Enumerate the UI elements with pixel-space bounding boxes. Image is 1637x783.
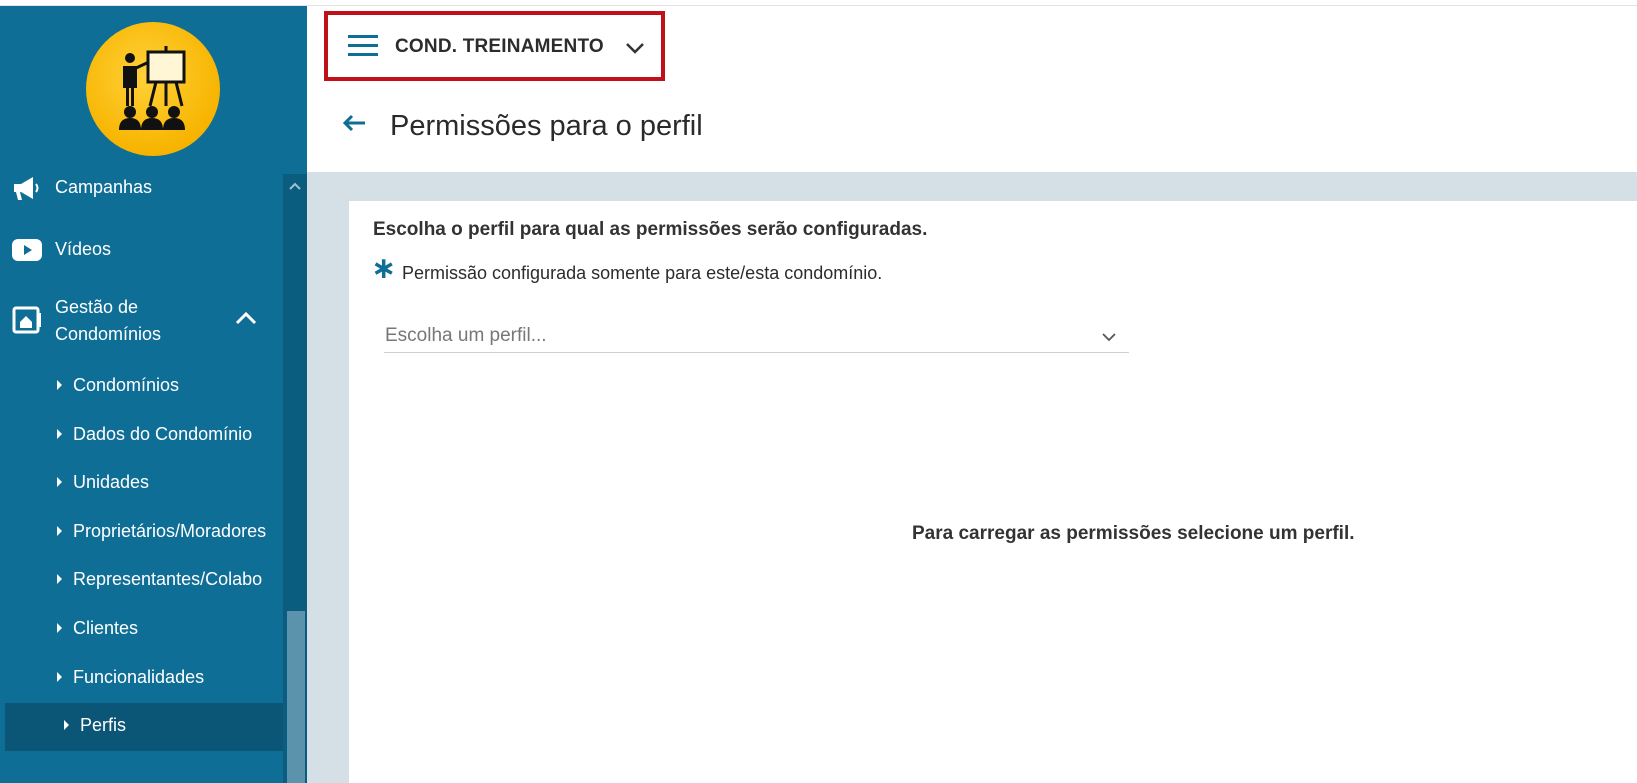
- sidebar-subitem-label: Funcionalidades: [73, 667, 205, 687]
- caret-right-icon: [57, 429, 62, 439]
- org-selector[interactable]: COND. TREINAMENTO: [324, 11, 665, 81]
- page-header: COND. TREINAMENTO Permissões para o perf…: [307, 6, 1637, 172]
- profile-select[interactable]: Escolha um perfil...: [384, 311, 1129, 353]
- scroll-up-icon[interactable]: [283, 174, 307, 198]
- sidebar-item-campanhas[interactable]: Campanhas: [0, 170, 283, 206]
- presentation-icon: [119, 46, 186, 130]
- sidebar-subitem-label: Clientes: [73, 618, 139, 638]
- caret-right-icon: [57, 477, 62, 487]
- sidebar-item-label: Gestão de Condomínios: [55, 294, 161, 348]
- sidebar-subitem-clientes[interactable]: Clientes: [0, 606, 283, 654]
- sidebar-subitem-label: Unidades: [73, 472, 150, 492]
- sidebar-subitem-label: Dados do Condomínio: [73, 424, 253, 444]
- sidebar-subitem-label: Proprietários/Moradores: [73, 521, 267, 541]
- chevron-down-icon[interactable]: [1101, 329, 1117, 347]
- megaphone-icon: [10, 174, 44, 202]
- youtube-icon: [10, 236, 44, 264]
- sidebar-subitem-perfis[interactable]: Perfis: [5, 703, 283, 751]
- sidebar-item-gestao-condominios[interactable]: Gestão de Condomínios: [0, 288, 283, 352]
- sidebar-item-videos[interactable]: Vídeos: [0, 232, 283, 268]
- building-icon: [10, 306, 44, 334]
- caret-right-icon: [57, 574, 62, 584]
- sidebar-subitem-label: Condomínios: [73, 375, 180, 395]
- sidebar-item-label-line1: Gestão de: [55, 297, 139, 317]
- scrollbar-thumb[interactable]: [287, 611, 305, 783]
- sidebar-subitem-label: Perfis: [80, 715, 127, 735]
- logo: [86, 22, 220, 156]
- page-title: Permissões para o perfil: [390, 110, 703, 142]
- sidebar-subitem-representantes[interactable]: Representantes/Colabo: [0, 557, 283, 605]
- caret-right-icon: [64, 720, 69, 730]
- permissions-card: Escolha o perfil para qual as permissões…: [349, 201, 1637, 783]
- hamburger-menu-icon[interactable]: [348, 35, 378, 57]
- profile-select-placeholder: Escolha um perfil...: [385, 325, 547, 346]
- card-heading: Escolha o perfil para qual as permissões…: [373, 219, 928, 240]
- sidebar-subitem-proprietarios[interactable]: Proprietários/Moradores: [0, 509, 283, 557]
- sidebar-subitem-condominios[interactable]: Condomínios: [0, 363, 283, 411]
- sidebar-subitem-dados-condominio[interactable]: Dados do Condomínio: [0, 412, 283, 460]
- empty-state-message: Para carregar as permissões selecione um…: [912, 523, 1355, 544]
- sidebar-subitem-funcionalidades[interactable]: Funcionalidades: [0, 655, 283, 703]
- caret-right-icon: [57, 672, 62, 682]
- org-name: COND. TREINAMENTO: [395, 36, 604, 57]
- chevron-up-icon[interactable]: [234, 310, 258, 331]
- sidebar-item-label: Vídeos: [55, 239, 112, 259]
- sidebar-scrollbar[interactable]: [283, 174, 307, 783]
- chevron-down-icon[interactable]: [625, 41, 645, 59]
- sidebar: Campanhas Vídeos Gestão de Condomínios C…: [0, 6, 307, 783]
- caret-right-icon: [57, 526, 62, 536]
- caret-right-icon: [57, 623, 62, 633]
- sidebar-item-label: Campanhas: [55, 177, 153, 197]
- sidebar-subitem-unidades[interactable]: Unidades: [0, 460, 283, 508]
- caret-right-icon: [57, 380, 62, 390]
- permission-note: Permissão configurada somente para este/…: [402, 263, 883, 283]
- asterisk-icon: ∗: [371, 252, 397, 285]
- sidebar-subitem-label: Representantes/Colabo: [73, 569, 263, 589]
- sidebar-item-label-line2: Condomínios: [55, 324, 162, 344]
- back-arrow-icon[interactable]: [341, 113, 367, 138]
